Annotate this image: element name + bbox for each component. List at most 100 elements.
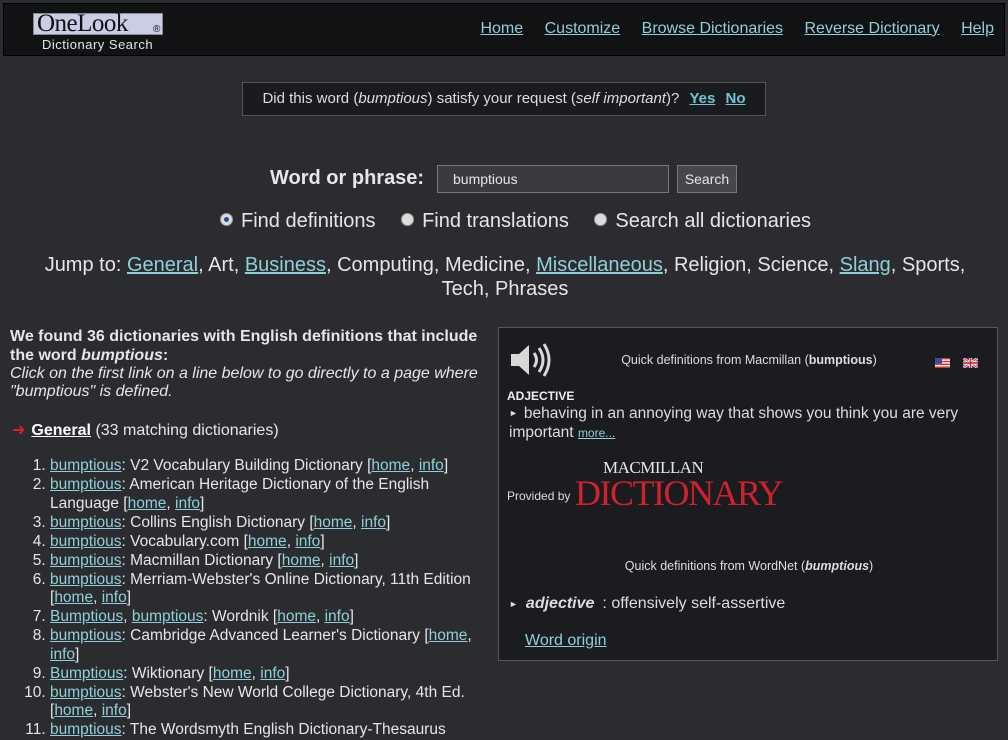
nav-help[interactable]: Help: [961, 20, 994, 37]
dictionary-info-link[interactable]: info: [175, 495, 200, 512]
category-general-link[interactable]: General: [31, 422, 91, 439]
macmillan-heading-prefix: Quick definitions from Macmillan (: [621, 353, 809, 367]
dictionary-home-link[interactable]: home: [277, 608, 316, 625]
jump-label: Jump to:: [44, 254, 122, 276]
dictionary-info-link[interactable]: info: [295, 533, 320, 550]
logo-box: OneLook ®: [33, 10, 163, 37]
dictionary-home-link[interactable]: home: [429, 627, 468, 644]
jump-medicine: Medicine: [444, 254, 525, 276]
feedback-no-link[interactable]: No: [726, 90, 746, 107]
results-summary-word: bumptious: [81, 347, 163, 364]
red-arrow-icon: ➜: [12, 422, 26, 439]
dictionary-info-link[interactable]: info: [50, 646, 75, 663]
dictionary-word-link[interactable]: bumptious: [50, 684, 122, 701]
dictionary-word-link[interactable]: bumptious: [50, 721, 122, 738]
search-input[interactable]: [437, 165, 669, 193]
dictionary-info-link[interactable]: info: [260, 665, 285, 682]
dictionary-home-link[interactable]: home: [371, 457, 410, 474]
dictionary-list-item: bumptious: Collins English Dictionary [h…: [50, 514, 485, 533]
dictionary-word-link[interactable]: Bumptious: [50, 665, 123, 682]
dictionary-info-link[interactable]: info: [361, 514, 386, 531]
wordnet-heading: Quick definitions from WordNet (bumptiou…: [499, 559, 999, 573]
macmillan-heading-word: bumptious: [808, 353, 873, 367]
jump-slang[interactable]: Slang: [840, 254, 891, 276]
feedback-middle: ) satisfy your request (: [427, 90, 576, 107]
dictionary-home-link[interactable]: home: [282, 552, 321, 569]
jump-tech: Tech: [441, 278, 484, 300]
radio-label: Find translations: [422, 210, 569, 232]
dictionary-word-link[interactable]: bumptious: [50, 514, 122, 531]
jump-miscellaneous[interactable]: Miscellaneous: [536, 254, 663, 276]
dictionary-list-item: bumptious: The Wordsmyth English Diction…: [50, 721, 485, 740]
quick-definitions-panel: Quick definitions from Macmillan (bumpti…: [498, 327, 998, 661]
search-button[interactable]: Search: [677, 165, 737, 193]
macmillan-heading-close: ): [872, 353, 877, 367]
dictionary-word-link[interactable]: Bumptious: [50, 608, 123, 625]
triangle-bullet-icon: ►: [509, 408, 518, 419]
radio-dot-selected[interactable]: [220, 213, 233, 227]
dictionary-word-link[interactable]: bumptious: [50, 627, 122, 644]
results-column: We found 36 dictionaries with English de…: [10, 327, 485, 740]
word-origin-link[interactable]: Word origin: [525, 632, 607, 650]
wordnet-heading-close: ): [869, 559, 874, 573]
dictionary-info-link[interactable]: info: [329, 552, 354, 569]
dictionary-word-link[interactable]: bumptious: [50, 457, 122, 474]
dictionary-list-item: bumptious: V2 Vocabulary Building Dictio…: [50, 457, 485, 476]
dictionary-home-link[interactable]: home: [128, 495, 167, 512]
dictionary-list-item: Bumptious: Wiktionary [home, info]: [50, 665, 485, 684]
dictionary-name: Merriam-Webster's Online Dictionary, 11t…: [130, 570, 471, 588]
jump-phrases: Phrases: [495, 278, 569, 300]
accent-flags: [935, 355, 987, 373]
results-summary: We found 36 dictionaries with English de…: [10, 327, 485, 365]
wordnet-pos: adjective: [525, 595, 595, 612]
dictionary-home-link[interactable]: home: [54, 589, 93, 606]
dictionary-list-item: bumptious: Cambridge Advanced Learner's …: [50, 627, 485, 664]
dictionary-word-link[interactable]: bumptious: [132, 608, 204, 625]
radio-find-definitions[interactable]: Find definitions: [220, 210, 376, 233]
wordnet-heading-word: bumptious: [805, 559, 870, 573]
top-nav: Home Customize Browse Dictionaries Rever…: [463, 20, 994, 38]
us-flag-icon[interactable]: [935, 358, 950, 368]
dictionary-word-link[interactable]: bumptious: [50, 552, 122, 569]
dictionary-name: Macmillan Dictionary: [130, 551, 274, 569]
uk-flag-icon[interactable]: [963, 358, 979, 368]
radio-dot[interactable]: [401, 213, 415, 227]
dictionary-info-link[interactable]: info: [325, 608, 350, 625]
nav-home[interactable]: Home: [480, 20, 523, 37]
feedback-yes-link[interactable]: Yes: [689, 90, 715, 107]
jump-to-bar: Jump to: General, Art, Business, Computi…: [44, 254, 966, 300]
dictionary-name: The Wordsmyth English Dictionary-Thesaur…: [129, 721, 446, 738]
feedback-suffix: )?: [665, 90, 680, 107]
onelook-logo[interactable]: OneLook ® Dictionary Search: [33, 10, 165, 53]
dictionary-name: Cambridge Advanced Learner's Dictionary: [130, 627, 421, 644]
feedback-word: bumptious: [358, 90, 428, 107]
dictionary-home-link[interactable]: home: [248, 533, 287, 550]
dictionary-word-link[interactable]: bumptious: [50, 476, 122, 493]
dictionary-word-link[interactable]: bumptious: [50, 571, 122, 588]
dictionary-info-link[interactable]: info: [102, 589, 127, 606]
feedback-prefix: Did this word (: [262, 90, 359, 107]
nav-browse-dictionaries[interactable]: Browse Dictionaries: [642, 20, 783, 37]
dictionary-word-link[interactable]: bumptious: [50, 533, 122, 550]
dictionary-home-link[interactable]: home: [213, 665, 252, 682]
dictionary-name: Wiktionary: [131, 664, 205, 682]
dictionary-list-item: bumptious: Macmillan Dictionary [home, i…: [50, 552, 485, 571]
dictionary-list: bumptious: V2 Vocabulary Building Dictio…: [10, 457, 485, 740]
dictionary-list-item: bumptious: American Heritage Dictionary …: [50, 476, 485, 513]
jump-sports: Sports: [901, 254, 960, 276]
nav-reverse-dictionary[interactable]: Reverse Dictionary: [804, 20, 939, 37]
nav-customize[interactable]: Customize: [545, 20, 621, 37]
radio-find-translations[interactable]: Find translations: [401, 210, 569, 233]
category-count: (33 matching dictionaries): [95, 422, 279, 439]
radio-search-all[interactable]: Search all dictionaries: [594, 210, 811, 233]
dictionary-home-link[interactable]: home: [54, 702, 93, 719]
wordnet-heading-prefix: Quick definitions from WordNet (: [624, 559, 806, 573]
jump-general[interactable]: General: [127, 254, 198, 276]
feedback-box: Did this word (bumptious) satisfy your r…: [242, 82, 766, 116]
more-link[interactable]: more...: [578, 426, 615, 440]
dictionary-info-link[interactable]: info: [102, 702, 127, 719]
radio-dot[interactable]: [594, 213, 608, 227]
jump-business[interactable]: Business: [245, 254, 326, 276]
dictionary-home-link[interactable]: home: [314, 514, 353, 531]
dictionary-info-link[interactable]: info: [419, 457, 444, 474]
